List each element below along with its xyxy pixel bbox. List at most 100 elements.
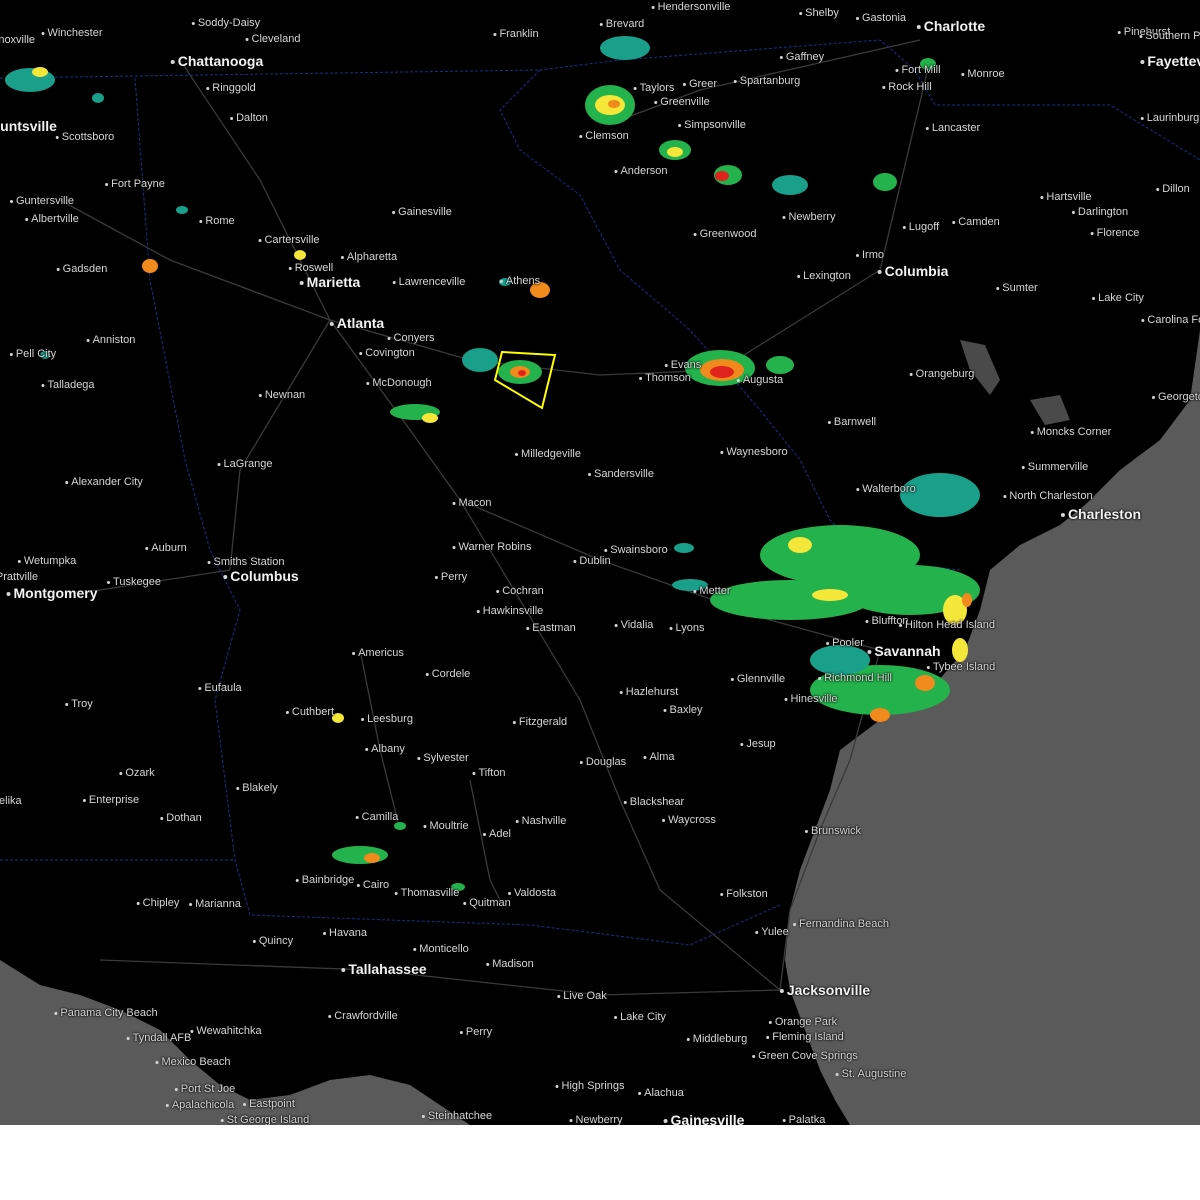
city-label: Quincy <box>252 935 294 947</box>
city-name: Steinhatchee <box>427 1110 493 1122</box>
city-dot-icon <box>895 68 899 72</box>
city-label: Apalachicola <box>165 1099 234 1111</box>
city-name: Eastpoint <box>249 1098 295 1110</box>
city-name: Newnan <box>264 389 306 401</box>
city-label: Talladega <box>41 379 95 391</box>
city-name: Lancaster <box>931 122 981 134</box>
city-name: Chipley <box>142 897 180 909</box>
city-label: Thomasville <box>394 887 459 899</box>
city-name: Soddy-Daisy <box>197 17 261 29</box>
city-name: Columbus <box>230 568 299 584</box>
city-name: Lyons <box>675 622 705 634</box>
city-dot-icon <box>1156 187 1160 191</box>
city-name: Irmo <box>862 249 884 261</box>
city-dot-icon <box>678 123 682 127</box>
city-name: Port St Joe <box>180 1083 236 1095</box>
city-dot-icon <box>1140 60 1145 65</box>
city-name: Alexander City <box>71 476 143 488</box>
city-dot-icon <box>191 21 195 25</box>
city-name: Tuskegee <box>113 576 161 588</box>
city-label: Alexander City <box>65 476 143 488</box>
radar-map[interactable]: Knoxville Soddy-Daisy Cleveland Winchester C… <box>0 0 1200 1125</box>
city-dot-icon <box>392 210 396 214</box>
city-name: Tyndall AFB <box>132 1032 192 1044</box>
city-label: Nashville <box>515 815 566 827</box>
city-name: Monroe <box>967 68 1005 80</box>
city-name: Quincy <box>258 935 294 947</box>
city-name: Carolina Forest <box>1147 314 1200 326</box>
city-name: Hendersonville <box>657 1 731 13</box>
city-dot-icon <box>86 338 90 342</box>
city-name: Lawrenceville <box>398 276 466 288</box>
city-dot-icon <box>755 930 759 934</box>
city-name: Greenwood <box>699 228 757 240</box>
city-name: Hilton Head Island <box>905 619 995 631</box>
city-label: Dalton <box>230 112 268 124</box>
city-dot-icon <box>996 286 1000 290</box>
city-name: Americus <box>358 647 404 659</box>
city-dot-icon <box>1060 513 1065 518</box>
page-footer-space <box>0 1125 1200 1200</box>
city-label: Tuskegee <box>107 576 161 588</box>
city-dot-icon <box>909 372 913 376</box>
city-name: Leesburg <box>367 713 413 725</box>
city-dot-icon <box>105 182 109 186</box>
city-label: Fleming Island <box>766 1031 844 1043</box>
city-dot-icon <box>633 86 637 90</box>
city-label: Huntsville <box>0 118 57 134</box>
city-name: Barnwell <box>833 416 877 428</box>
city-dot-icon <box>877 270 882 275</box>
city-label: Sylvester <box>417 752 469 764</box>
city-name: Moncks Corner <box>1036 426 1112 438</box>
storm-cell-walterboro <box>900 473 980 517</box>
city-dot-icon <box>54 1011 58 1015</box>
city-dot-icon <box>925 126 929 130</box>
city-dot-icon <box>614 1015 618 1019</box>
city-label: Anniston <box>86 334 135 346</box>
city-name: Simpsonville <box>684 119 746 131</box>
city-label: Winchester <box>41 27 103 39</box>
city-label: Georgetown <box>1152 391 1200 403</box>
city-name: Roswell <box>294 262 334 274</box>
city-name: Fleming Island <box>772 1031 844 1043</box>
city-name: Middleburg <box>692 1033 748 1045</box>
city-name: Lake City <box>1098 292 1144 304</box>
city-label: Bainbridge <box>295 874 354 886</box>
city-dot-icon <box>352 651 356 655</box>
city-dot-icon <box>818 676 822 680</box>
city-name: Mexico Beach <box>161 1056 231 1068</box>
city-name: Gadsden <box>62 263 108 275</box>
city-dot-icon <box>17 559 21 563</box>
city-name: Orangeburg <box>915 368 975 380</box>
city-dot-icon <box>573 559 577 563</box>
city-dot-icon <box>799 11 803 15</box>
city-label: Covington <box>359 347 415 359</box>
city-label: Leesburg <box>361 713 413 725</box>
city-name: Waycross <box>668 814 716 826</box>
city-name: Columbia <box>884 263 949 279</box>
city-dot-icon <box>899 623 903 627</box>
city-label: Greer <box>682 78 717 90</box>
city-label: Florence <box>1090 227 1139 239</box>
city-label: Lexington <box>797 270 851 282</box>
city-dot-icon <box>1090 231 1094 235</box>
city-name: Brunswick <box>810 825 862 837</box>
city-label: Savannah <box>867 643 941 659</box>
city-name: Richmond Hill <box>824 672 892 684</box>
city-name: Gastonia <box>861 12 907 24</box>
city-dot-icon <box>452 501 456 505</box>
city-name: Baxley <box>669 704 703 716</box>
city-label: Lyons <box>669 622 705 634</box>
city-label: Evans <box>664 359 701 371</box>
city-dot-icon <box>55 135 59 139</box>
city-label: Spartanburg <box>733 75 800 87</box>
city-label: St. Augustine <box>835 1068 906 1080</box>
city-dot-icon <box>782 215 786 219</box>
city-name: Fayetteville <box>1147 53 1200 69</box>
city-name: Perry <box>465 1026 493 1038</box>
city-name: Havana <box>329 927 367 939</box>
city-label: Columbus <box>223 568 299 584</box>
city-label: Lake City <box>1092 292 1144 304</box>
city-dot-icon <box>1071 210 1075 214</box>
city-dot-icon <box>663 1119 668 1124</box>
